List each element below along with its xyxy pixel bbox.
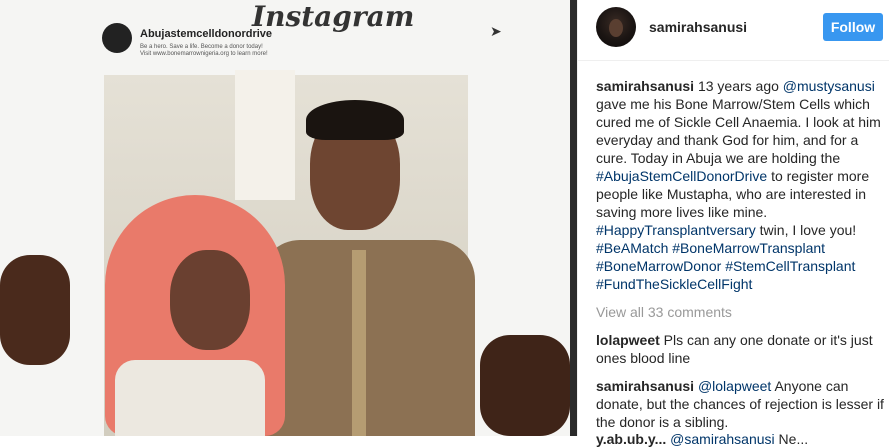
frame-instagram-logo: Instagram [252, 0, 415, 33]
frame-send-icon: ➤ [490, 23, 502, 39]
hashtag-link[interactable]: #HappyTransplantversary [596, 222, 756, 238]
post-header: samirahsanusi Follow [578, 0, 889, 61]
comment: lolapweet Pls can any one donate or it's… [596, 331, 888, 367]
hashtag-link[interactable]: #BoneMarrowDonor [596, 258, 721, 274]
woman-figure [95, 195, 295, 436]
view-all-comments-link[interactable]: View all 33 comments [596, 303, 888, 321]
avatar[interactable] [596, 7, 636, 47]
caption: samirahsanusi 13 years ago @mustysanusi … [596, 78, 881, 292]
caption-username[interactable]: samirahsanusi [596, 78, 694, 94]
frame-caption: Be a hero. Save a life. Become a donor t… [140, 44, 268, 57]
frame-avatar [102, 23, 132, 53]
partial-comment: y.ab.ub.y... @samirahsanusi Ne... [596, 431, 809, 447]
hashtag-link[interactable]: #FundTheSickleCellFight [596, 276, 752, 292]
comment-username[interactable]: samirahsanusi [596, 378, 694, 394]
comment-mention[interactable]: @lolapweet [698, 378, 771, 394]
header-username[interactable]: samirahsanusi [649, 19, 747, 35]
follow-button[interactable]: Follow [823, 13, 883, 41]
post-photo[interactable]: Instagram Abujastemcelldonordrive Be a h… [0, 0, 577, 436]
comments-list: samirahsanusi 13 years ago @mustysanusi … [596, 77, 888, 441]
hashtag-link[interactable]: #StemCellTransplant [725, 258, 855, 274]
comment-username[interactable]: lolapweet [596, 332, 660, 348]
comment: samirahsanusi @lolapweet Anyone can dona… [596, 377, 888, 431]
right-hand [480, 335, 570, 436]
hashtag-link[interactable]: #AbujaStemCellDonorDrive [596, 168, 767, 184]
hashtag-link[interactable]: #BeAMatch [596, 240, 668, 256]
frame-account-name: Abujastemcelldonordrive [140, 28, 273, 40]
caption-mention[interactable]: @mustysanusi [783, 78, 875, 94]
post-sidebar: samirahsanusi Follow samirahsanusi 13 ye… [577, 0, 889, 447]
left-hand [0, 255, 70, 365]
hashtag-link[interactable]: #BoneMarrowTransplant [672, 240, 825, 256]
